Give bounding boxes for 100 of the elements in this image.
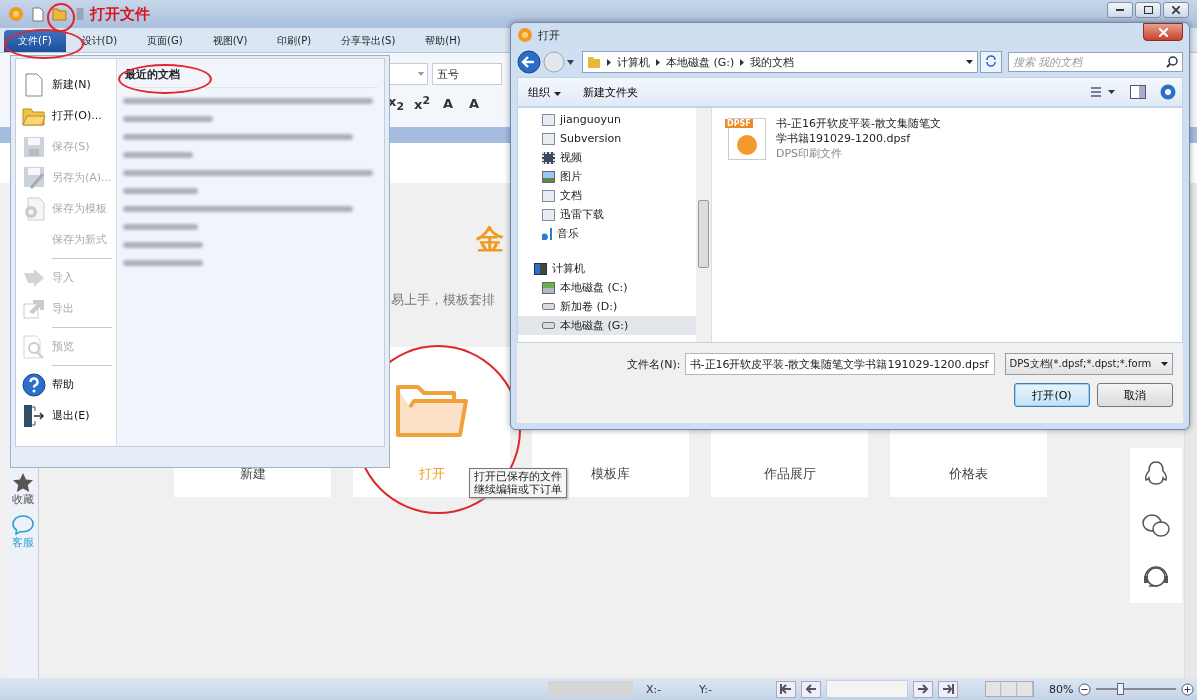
menu-tab[interactable]: 帮助(H) [411,30,475,52]
floppy-pen-icon [23,165,45,190]
menu-tab[interactable]: 设计(D) [67,30,132,52]
tree-item[interactable]: 音乐 [518,224,696,243]
previous-page-button[interactable] [801,680,821,698]
chat-icon[interactable] [1141,512,1171,539]
format-button[interactable]: A [463,93,485,113]
subtitle: 易上手，模板套排 [391,291,495,309]
slider-thumb[interactable] [1117,683,1125,695]
caret-icon [418,72,424,76]
tree-item[interactable]: 新加卷 (D:) [518,297,696,316]
format-button[interactable]: x$^{2}$ [411,93,433,113]
sidebar-item[interactable]: 收藏 [12,473,34,507]
export-icon [23,298,45,319]
scrollbar[interactable] [696,108,711,342]
breadcrumb-item[interactable]: 计算机 [617,54,650,70]
tree-item[interactable]: 计算机 [518,259,696,278]
chevron-icon [656,58,660,66]
caret-icon [553,91,561,96]
close-icon [1158,27,1168,37]
close-button[interactable] [1163,2,1189,18]
menu-tab[interactable]: 分享导出(S) [327,30,410,52]
last-page-icon [942,684,954,694]
refresh-button[interactable] [980,51,1002,73]
file-name-field[interactable]: 书-正16开软皮平装-散文集随笔文学书籍191029-1200.dpsf [684,353,995,375]
menu-tab[interactable]: 视图(V) [198,30,262,52]
breadcrumb-item[interactable]: 我的文档 [750,54,795,70]
tree-item[interactable]: Subversion [518,129,696,148]
page-gear-icon [23,196,45,221]
tree-item[interactable]: jianguoyun [518,110,696,129]
tree-item[interactable]: 文档 [518,186,696,205]
star-icon [13,473,33,492]
recent-documents-title: 最近的文档 [125,67,378,88]
app-logo-icon [8,6,24,22]
chat-icon [12,515,34,535]
history-caret-icon[interactable] [567,59,574,65]
back-icon[interactable] [517,50,541,74]
exit-door-icon [22,403,46,428]
first-page-icon [780,684,792,694]
search-icon [1166,56,1178,68]
app-logo-icon [517,27,533,43]
menu-item[interactable]: 退出(E) [22,400,116,431]
folder-icon [22,105,46,126]
floppy-icon [23,135,45,158]
page-icon [25,72,43,97]
tree-item[interactable]: 迅雷下载 [518,205,696,224]
magnifier-page-icon [23,334,45,359]
file-item[interactable]: DPSF 书-正16开软皮平装-散文集随笔文学书籍191029-1200.dpsf DPS印刷文件 [728,116,1182,161]
tree-item[interactable]: 本地磁盘 (C:) [518,278,696,297]
refresh-icon [985,54,997,67]
next-page-button[interactable] [913,680,933,698]
menu-tab[interactable]: 印刷(P) [263,30,326,52]
view-options-icon[interactable] [1090,85,1116,99]
x-coordinate: X:- [646,682,663,696]
minimize-icon [1116,8,1124,12]
chevron-icon [740,58,745,66]
right-arrow-icon [917,684,929,694]
headline: 金 [476,222,504,257]
caret-icon [1160,362,1168,366]
y-coordinate: Y:- [699,682,713,696]
close-button[interactable] [1143,23,1183,41]
zoom-out-icon[interactable] [1078,682,1092,696]
arrow-icon [23,268,45,287]
tooltip: 打开已保存的文件 继续编辑或下订单 [469,468,567,498]
document-icon: DPSF [728,118,766,160]
annotation-text: 打开文件 [90,4,150,24]
first-page-button[interactable] [776,680,796,698]
menu-tab[interactable]: 文件(F) [4,30,66,52]
maximize-button[interactable] [1135,2,1161,18]
zoom-percent: 80% [1049,682,1074,696]
menu-item[interactable]: 帮助 [22,369,116,400]
new-folder-button[interactable]: 新建文件夹 [578,84,642,100]
preview-pane-icon[interactable] [1130,85,1146,99]
file-type-combo[interactable]: DPS文档(*.dpsf;*.dpst;*.form [1004,353,1173,375]
organize-button[interactable]: 组织 [524,84,565,100]
font-size-combo[interactable]: 五号 [432,63,502,85]
dialog-title: 打开 [538,27,560,43]
minimize-button[interactable] [1107,2,1133,18]
file-name-label: 文件名(N): [627,356,681,372]
new-file-icon[interactable] [32,6,44,22]
format-button[interactable]: A [437,93,459,113]
chevron-icon [607,58,611,66]
tree-item[interactable]: 本地磁盘 (G:) [518,316,696,335]
dialog-button[interactable]: 打开(O) [1014,383,1090,407]
tree-item[interactable]: 视频 [518,148,696,167]
maximize-icon [1143,6,1153,14]
caret-icon[interactable] [966,60,973,64]
zoom-in-icon[interactable] [1181,682,1195,696]
dialog-button[interactable]: 取消 [1097,383,1173,407]
menu-tab[interactable]: 页面(G) [133,30,197,52]
menu-item[interactable]: 打开(O)... [22,100,116,131]
menu-item[interactable]: 新建(N) [22,69,116,100]
search-field[interactable]: 搜索 我的文档 [1008,52,1183,72]
address-bar[interactable]: 计算机 本地磁盘 (G:) 我的文档 [582,51,978,73]
left-arrow-icon [805,684,817,694]
last-page-button[interactable] [938,680,958,698]
breadcrumb-item[interactable]: 本地磁盘 (G:) [666,54,735,70]
close-icon [1172,6,1180,14]
tree-item[interactable]: 图片 [518,167,696,186]
folder-icon [587,55,601,69]
